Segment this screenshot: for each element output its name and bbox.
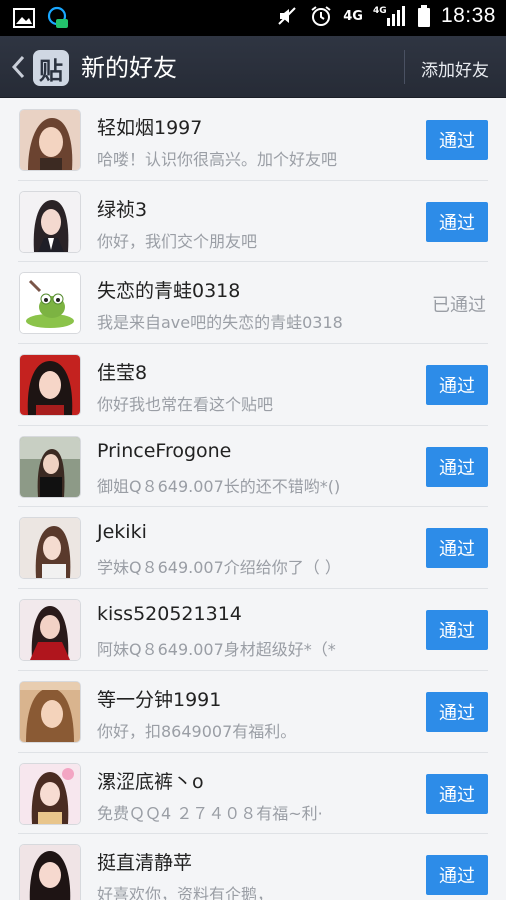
accept-button[interactable]: 通过: [426, 365, 488, 406]
friend-message: 阿妹Q８649.007身材超级好*（*: [97, 640, 336, 660]
accept-button[interactable]: 通过: [426, 528, 488, 569]
accept-button[interactable]: 通过: [426, 773, 488, 814]
friend-name: 佳莹8: [97, 362, 148, 385]
friend-message: 你好我也常在看这个贴吧: [97, 395, 274, 415]
avatar[interactable]: [19, 762, 81, 825]
accept-button[interactable]: 通过: [426, 120, 488, 160]
page-title: 新的好友: [81, 54, 177, 82]
list-item[interactable]: kiss520521314 阿妹Q８649.007身材超级好*（* 通过: [0, 589, 506, 671]
friend-message: 好喜欢你，资料有企鹅，: [97, 885, 274, 900]
add-friend-button[interactable]: 添加好友: [404, 50, 506, 86]
avatar[interactable]: [19, 517, 81, 580]
avatar[interactable]: [19, 354, 81, 417]
list-item[interactable]: 等一分钟1991 你好，扣8649007有福利。 通过: [0, 671, 506, 753]
friend-name: 漯涩底裤丶o: [97, 770, 204, 793]
title-bar: 贴 新的好友 添加好友: [0, 36, 506, 98]
accepted-status: 已通过: [432, 295, 486, 317]
app-logo[interactable]: 贴: [33, 50, 69, 86]
friend-message: 我是来自ave吧的失恋的青蛙0318: [97, 313, 343, 333]
mute-icon: [275, 4, 299, 28]
accept-button[interactable]: 通过: [426, 855, 488, 896]
signal-icon: 4G: [373, 4, 407, 28]
alarm-icon: [309, 4, 333, 28]
list-item[interactable]: 轻如烟1997 哈喽！认识你很高兴。加个好友吧 通过: [0, 99, 506, 181]
friend-message: 你好，我们交个朋友吧: [97, 231, 258, 251]
list-item[interactable]: PrinceFrogone 御姐Q８649.007长的还不错哟*() 通过: [0, 426, 506, 508]
back-arrow-icon[interactable]: [8, 52, 30, 82]
friend-message: 哈喽！认识你很高兴。加个好友吧: [97, 150, 338, 169]
friend-message: 你好，扣8649007有福利。: [97, 721, 297, 741]
friend-message: 御姐Q８649.007长的还不错哟*(): [97, 476, 341, 496]
accept-button[interactable]: 通过: [426, 446, 488, 487]
friend-name: 轻如烟1997: [97, 117, 203, 139]
avatar[interactable]: [19, 272, 81, 335]
accept-button[interactable]: 通过: [426, 691, 488, 732]
clock: 18:38: [440, 4, 496, 27]
friend-message: 免费ＱＱ4 ２７４０８有福~利·: [97, 803, 323, 823]
avatar[interactable]: [19, 190, 81, 253]
list-item[interactable]: 佳莹8 你好我也常在看这个贴吧 通过: [0, 344, 506, 426]
list-item[interactable]: Jekiki 学妹Q８649.007介绍给你了（ ） 通过: [0, 507, 506, 590]
avatar[interactable]: [19, 844, 81, 900]
avatar[interactable]: [19, 109, 81, 171]
friend-message: 学妹Q８649.007介绍给你了（ ）: [97, 558, 341, 578]
friend-name: 挺直清静苹: [97, 852, 193, 875]
friend-name: PrinceFrogone: [97, 439, 232, 462]
status-bar: 4G 4G 18:38: [0, 0, 506, 36]
avatar[interactable]: [19, 680, 81, 743]
avatar[interactable]: [19, 435, 81, 498]
accept-button[interactable]: 通过: [426, 201, 488, 242]
network-label-1: 4G: [343, 8, 363, 24]
friend-name: 失恋的青蛙0318: [97, 280, 241, 303]
friend-name: Jekiki: [97, 521, 147, 544]
friend-request-list: 轻如烟1997 哈喽！认识你很高兴。加个好友吧 通过 绿祯3 你好，我们交个朋友…: [0, 99, 506, 900]
friend-name: 等一分钟1991: [97, 688, 222, 711]
list-item[interactable]: 失恋的青蛙0318 我是来自ave吧的失恋的青蛙0318 已通过: [0, 262, 506, 345]
list-item[interactable]: 挺直清静苹 好喜欢你，资料有企鹅， 通过: [0, 834, 506, 900]
battery-icon: [417, 4, 431, 28]
friend-name: 绿祯3: [97, 198, 148, 221]
list-item[interactable]: 漯涩底裤丶o 免费ＱＱ4 ２７４０８有福~利· 通过: [0, 753, 506, 835]
svg-text:4G: 4G: [373, 6, 387, 16]
chat-bubble-icon: [46, 6, 70, 30]
accept-button[interactable]: 通过: [426, 610, 488, 651]
list-item[interactable]: 绿祯3 你好，我们交个朋友吧 通过: [0, 181, 506, 263]
friend-name: kiss520521314: [97, 603, 242, 626]
image-icon: [12, 6, 36, 30]
avatar[interactable]: [19, 599, 81, 662]
